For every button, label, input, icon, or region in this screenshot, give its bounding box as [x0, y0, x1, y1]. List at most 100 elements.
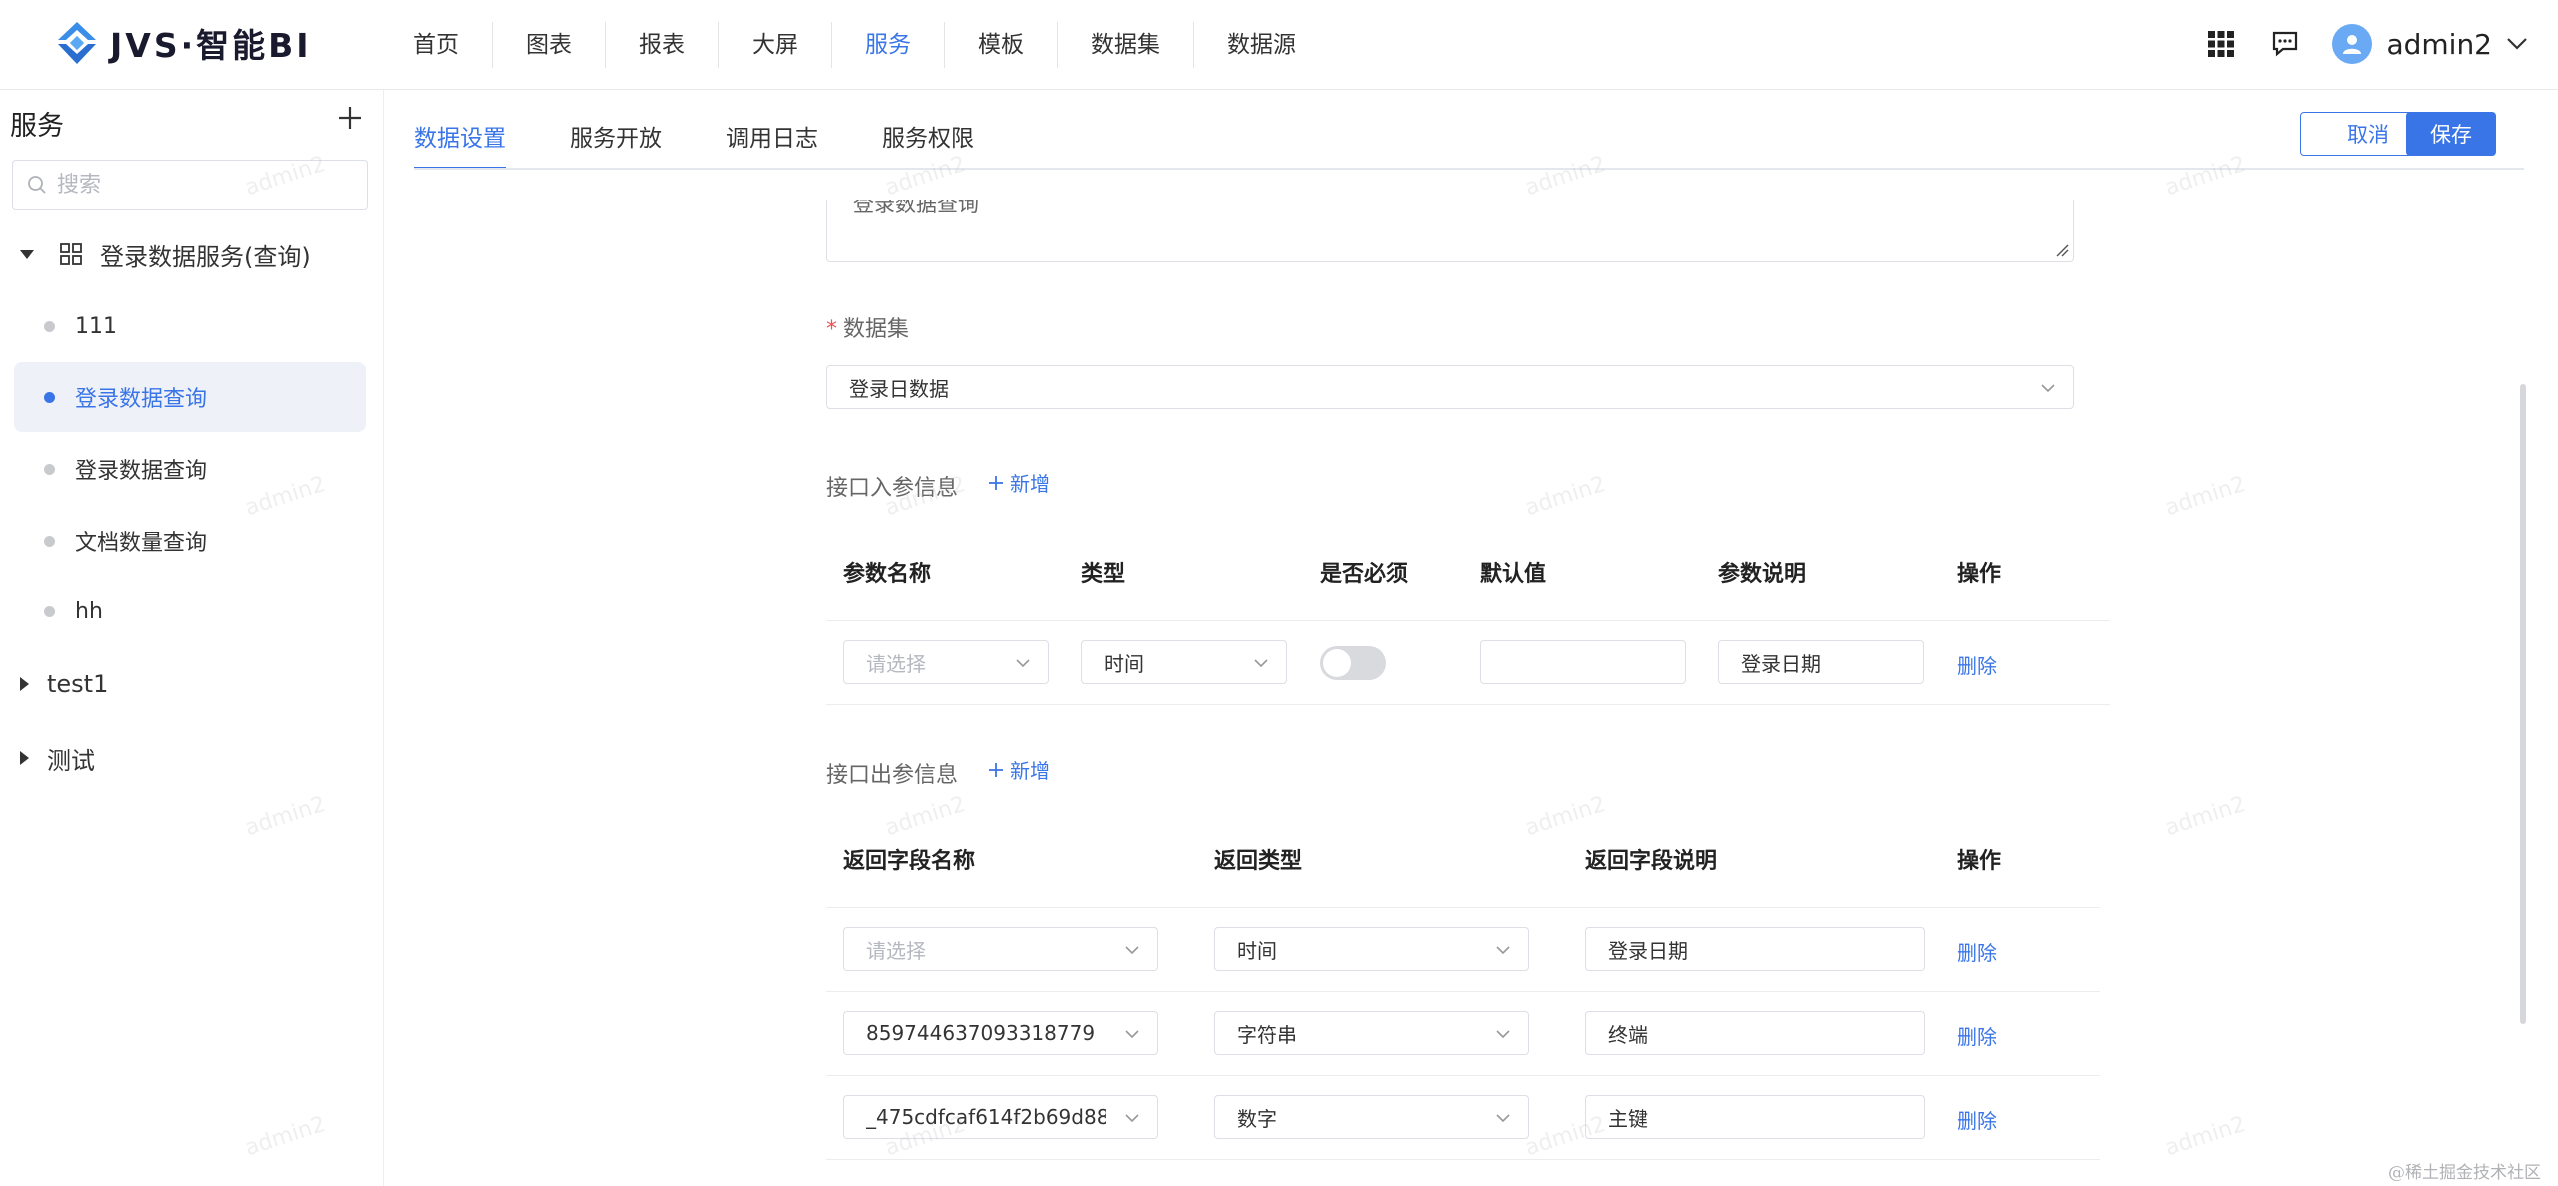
col-header-default: 默认值: [1480, 562, 1547, 587]
plus-icon: [989, 475, 1003, 490]
tree-group-test2[interactable]: 测试: [0, 730, 384, 786]
watermark: admin2: [2162, 791, 2249, 842]
chevron-down-icon: [1125, 946, 1139, 955]
bullet-dot: [44, 463, 55, 475]
nav-item-reports[interactable]: 报表: [606, 22, 719, 68]
param-name-placeholder: 请选择: [866, 651, 926, 676]
textarea-text: 登录数据查询: [853, 200, 979, 216]
tree-group-test1[interactable]: test1: [0, 656, 384, 712]
row-divider: [826, 1075, 2100, 1076]
add-output-param-button[interactable]: 新增: [988, 755, 1050, 784]
user-name: admin2: [2386, 27, 2492, 61]
user-icon: [2343, 35, 2362, 54]
service-tabs: 数据设置 服务开放 调用日志 服务权限: [414, 108, 1038, 170]
bullet-dot: [44, 391, 55, 403]
required-toggle[interactable]: [1320, 646, 1386, 680]
return-field-select[interactable]: _475cdfcaf614f2b69d88e1e3: [843, 1095, 1158, 1139]
dataset-select[interactable]: 登录日数据: [826, 365, 2074, 409]
tab-service-open[interactable]: 服务开放: [570, 108, 662, 170]
description-textarea[interactable]: 登录数据查询: [826, 200, 2074, 262]
nav-item-services[interactable]: 服务: [832, 22, 945, 68]
caret-right-icon: [20, 677, 29, 691]
add-label: 新增: [1010, 759, 1050, 783]
nav-item-charts[interactable]: 图表: [493, 22, 606, 68]
sidebar-item-label: 111: [75, 313, 117, 339]
return-field-select[interactable]: 请选择: [843, 927, 1158, 971]
return-field-value: _475cdfcaf614f2b69d88e1e3: [866, 1105, 1106, 1129]
apps-grid-icon[interactable]: [2204, 27, 2238, 61]
sidebar-item-login-query[interactable]: 登录数据查询: [14, 434, 366, 504]
chevron-down-icon: [1496, 946, 1510, 955]
default-value-input[interactable]: [1480, 640, 1686, 684]
tab-service-permission[interactable]: 服务权限: [882, 108, 974, 170]
row-divider: [826, 620, 2110, 621]
return-type-value: 时间: [1237, 938, 1277, 963]
caret-down-icon: [20, 249, 34, 259]
dataset-select-value: 登录日数据: [849, 376, 949, 401]
nav-item-home[interactable]: 首页: [380, 22, 493, 68]
sidebar-item-label: 文档数量查询: [75, 531, 208, 556]
chevron-down-icon: [2507, 38, 2527, 50]
message-icon[interactable]: [2268, 27, 2302, 61]
add-input-param-button[interactable]: 新增: [988, 468, 1050, 497]
sidebar-item-hh[interactable]: hh: [14, 576, 366, 646]
return-desc-input[interactable]: 登录日期: [1585, 927, 1925, 971]
sidebar: 服务 登录数据服务(查询) 111 登录数据查询 登录数据查询 文: [0, 90, 384, 1186]
row-divider: [826, 704, 2110, 705]
tab-data-settings[interactable]: 数据设置: [414, 108, 506, 170]
nav-item-datasets[interactable]: 数据集: [1058, 22, 1194, 68]
return-type-value: 数字: [1237, 1106, 1277, 1131]
add-icon[interactable]: [334, 102, 366, 134]
row-divider: [826, 991, 2100, 992]
return-field-value: 请选择: [866, 938, 926, 963]
scrollbar[interactable]: [2520, 384, 2526, 1024]
sidebar-item-label: hh: [75, 598, 103, 624]
logo-text: JVS·智能BI: [110, 26, 312, 65]
watermark: admin2: [2162, 471, 2249, 522]
site-credit: @稀土掘金技术社区: [2388, 1163, 2541, 1183]
delete-output-param-button[interactable]: 删除: [1957, 937, 1997, 966]
sidebar-item-login-query-active[interactable]: 登录数据查询: [14, 362, 366, 432]
chevron-down-icon: [1496, 1114, 1510, 1123]
return-desc-input[interactable]: 终端: [1585, 1011, 1925, 1055]
return-type-select[interactable]: 数字: [1214, 1095, 1529, 1139]
app-logo[interactable]: JVS·智能BI: [52, 18, 312, 68]
watermark: admin2: [1522, 791, 1609, 842]
tree-group-label: 登录数据服务(查询): [100, 242, 311, 271]
param-name-select[interactable]: 请选择: [843, 640, 1049, 684]
return-type-select[interactable]: 字符串: [1214, 1011, 1529, 1055]
nav-item-bigscreen[interactable]: 大屏: [719, 22, 832, 68]
main-nav: 首页 图表 报表 大屏 服务 模板 数据集 数据源: [380, 22, 1329, 68]
return-type-select[interactable]: 时间: [1214, 927, 1529, 971]
resize-handle-icon[interactable]: [2055, 243, 2069, 257]
param-type-select[interactable]: 时间: [1081, 640, 1287, 684]
tree-group-label: test1: [47, 670, 109, 698]
delete-input-param-button[interactable]: 删除: [1957, 650, 1997, 679]
sidebar-item-111[interactable]: 111: [14, 291, 366, 361]
nav-item-templates[interactable]: 模板: [945, 22, 1058, 68]
search-input[interactable]: [57, 172, 337, 198]
bullet-dot: [44, 605, 55, 617]
tree-group-label: 测试: [47, 746, 95, 775]
watermark: admin2: [2162, 151, 2249, 202]
user-menu[interactable]: admin2: [2332, 24, 2528, 64]
sidebar-search: [12, 160, 368, 210]
param-desc-input[interactable]: 登录日期: [1718, 640, 1924, 684]
sidebar-item-doc-count[interactable]: 文档数量查询: [14, 506, 366, 576]
nav-item-datasources[interactable]: 数据源: [1194, 22, 1329, 68]
output-params-title: 接口出参信息: [826, 763, 959, 788]
delete-output-param-button[interactable]: 删除: [1957, 1105, 1997, 1134]
return-field-select[interactable]: 859744637093318779: [843, 1011, 1158, 1055]
dataset-label: * 数据集: [826, 317, 910, 342]
input-params-title: 接口入参信息: [826, 476, 959, 501]
tree-group-login-service[interactable]: 登录数据服务(查询): [0, 226, 384, 282]
return-desc-input[interactable]: 主键: [1585, 1095, 1925, 1139]
delete-output-param-button[interactable]: 删除: [1957, 1021, 1997, 1050]
save-button[interactable]: 保存: [2406, 112, 2496, 156]
watermark: admin2: [1522, 471, 1609, 522]
tab-call-log[interactable]: 调用日志: [726, 108, 818, 170]
col-header-action: 操作: [1957, 849, 2002, 874]
sidebar-item-label: 登录数据查询: [75, 387, 208, 412]
chevron-down-icon: [1016, 659, 1030, 668]
search-icon: [28, 176, 46, 194]
